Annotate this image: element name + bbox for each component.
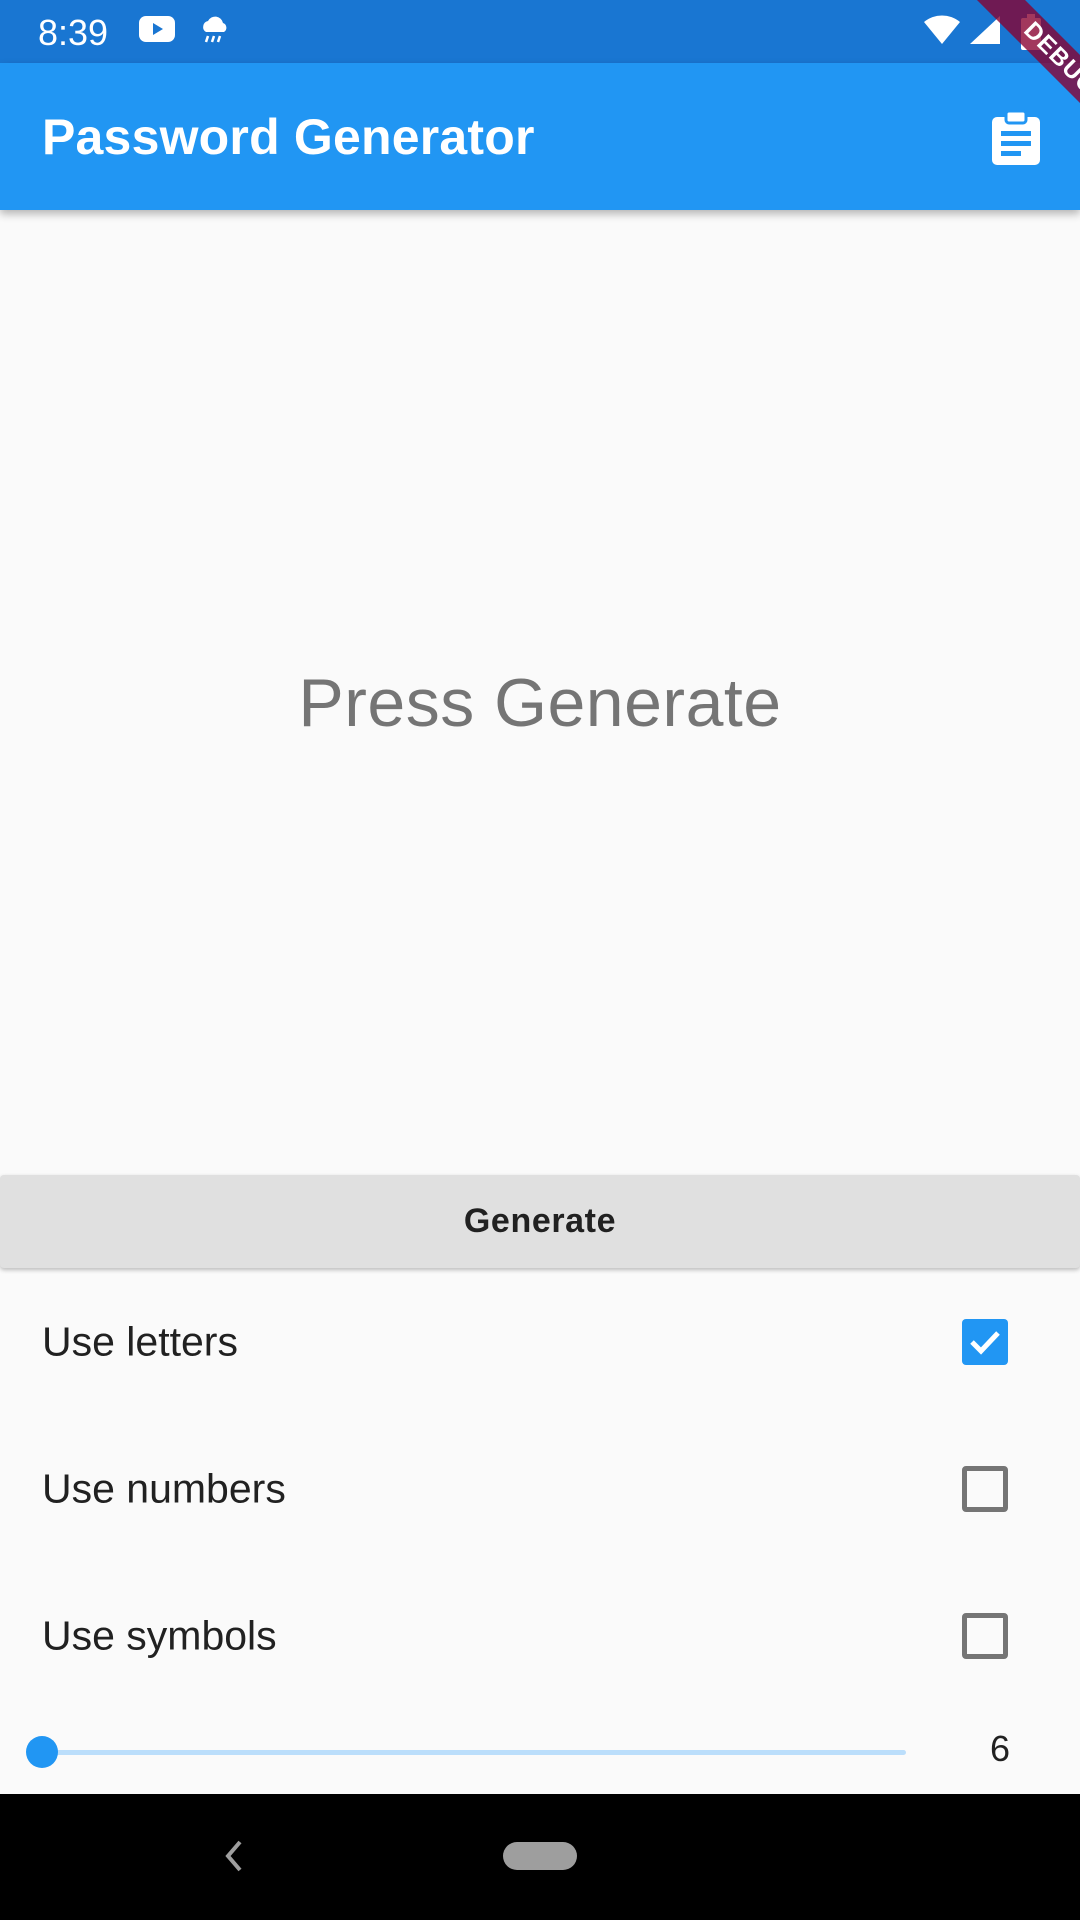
option-row-numbers[interactable]: Use numbers [0, 1415, 1080, 1562]
slider-thumb[interactable] [26, 1736, 58, 1768]
app-title: Password Generator [42, 109, 535, 165]
youtube-icon [138, 14, 176, 49]
signal-icon [968, 14, 1002, 51]
length-slider[interactable]: 6 [0, 1712, 1080, 1792]
option-label: Use numbers [42, 1465, 286, 1511]
status-bar: 8:39 [0, 0, 1080, 63]
option-label: Use letters [42, 1318, 238, 1364]
password-display: Press Generate [0, 210, 1080, 1175]
app-bar: Password Generator [0, 63, 1080, 210]
slider-value: 6 [990, 1728, 1011, 1769]
option-row-letters[interactable]: Use letters [0, 1268, 1080, 1415]
clipboard-icon[interactable] [988, 109, 1044, 165]
wifi-icon [922, 14, 962, 51]
home-button[interactable] [503, 1842, 577, 1870]
navigation-bar [0, 1794, 1080, 1920]
option-label: Use symbols [42, 1612, 277, 1658]
generate-button[interactable]: Generate [0, 1175, 1080, 1268]
slider-track[interactable] [42, 1750, 906, 1755]
letters-checkbox[interactable] [962, 1318, 1008, 1365]
back-icon[interactable] [218, 1834, 248, 1878]
status-time: 8:39 [38, 12, 109, 53]
weather-icon [198, 14, 232, 53]
symbols-checkbox[interactable] [962, 1612, 1008, 1659]
password-text: Press Generate [298, 664, 782, 741]
numbers-checkbox[interactable] [962, 1465, 1008, 1512]
battery-icon [1020, 14, 1042, 55]
option-row-symbols[interactable]: Use symbols [0, 1562, 1080, 1709]
